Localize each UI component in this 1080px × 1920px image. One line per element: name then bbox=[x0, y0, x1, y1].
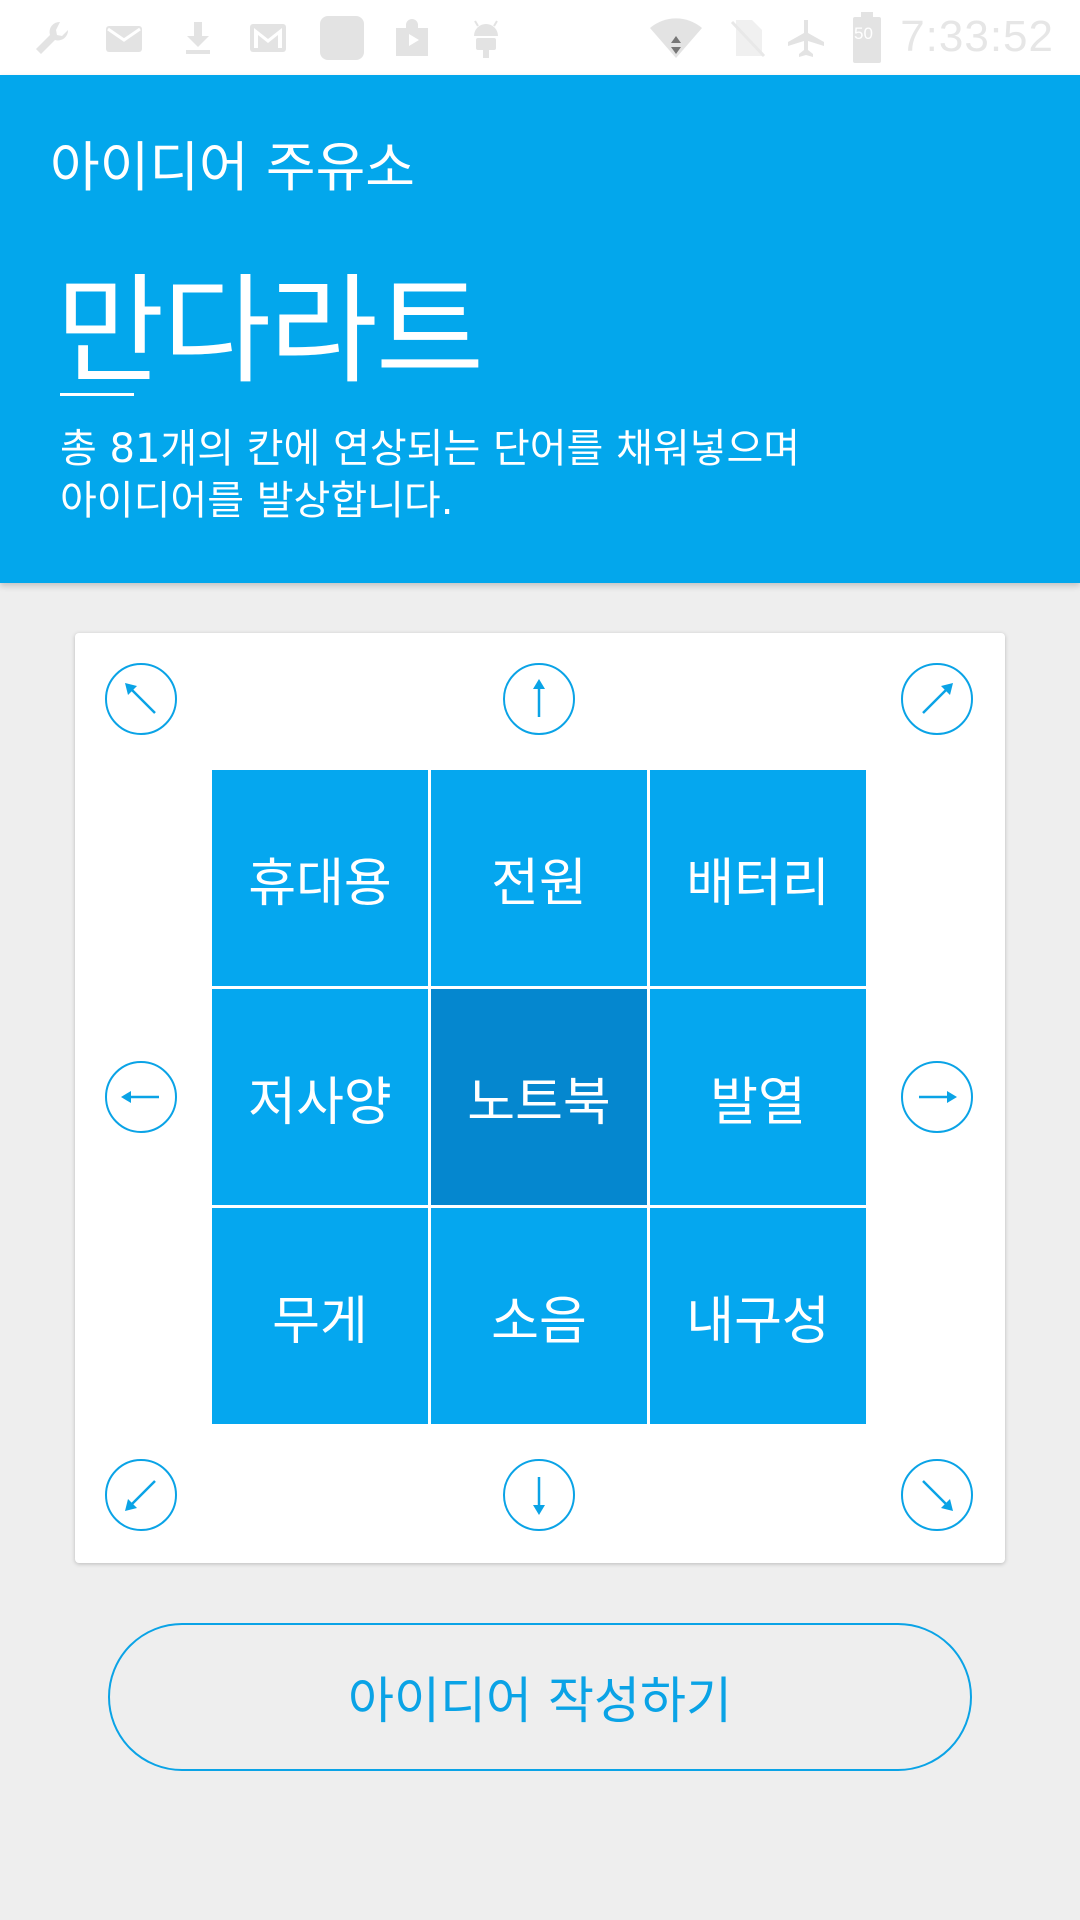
grid-cell[interactable]: 전원 bbox=[431, 770, 647, 986]
arrow-down-right-icon bbox=[922, 1480, 953, 1511]
arrow-down-left-button[interactable] bbox=[105, 1459, 177, 1531]
header-subtitle: 아이디어 주유소 bbox=[50, 136, 415, 199]
clock: 7:33:52 bbox=[900, 12, 1054, 61]
arrow-down-icon bbox=[533, 1477, 545, 1515]
download-icon bbox=[186, 22, 210, 54]
grid-cell[interactable]: 휴대용 bbox=[212, 770, 428, 986]
arrow-up-button[interactable] bbox=[503, 663, 575, 735]
grid-cell[interactable]: 저사양 bbox=[212, 989, 428, 1205]
gmail-icon bbox=[250, 24, 286, 52]
arrow-up-left-icon bbox=[125, 683, 156, 714]
arrow-up-right-button[interactable] bbox=[901, 663, 973, 735]
header: 아이디어 주유소 만다라트 총 81개의 칸에 연상되는 단어를 채워넣으며 아… bbox=[0, 75, 1080, 583]
battery-level: 50 bbox=[854, 24, 873, 43]
no-sim-icon bbox=[730, 20, 766, 58]
android-icon bbox=[474, 20, 498, 58]
mandalart-card: 휴대용 전원 배터리 저사양 노트북 발열 무게 소음 내구성 bbox=[75, 633, 1005, 1563]
arrow-up-icon bbox=[533, 679, 545, 717]
description-line-2: 아이디어를 발상합니다. bbox=[60, 478, 454, 524]
wrench-icon bbox=[36, 21, 69, 55]
wifi-icon bbox=[650, 18, 702, 58]
arrow-down-right-button[interactable] bbox=[901, 1459, 973, 1531]
mail-icon bbox=[106, 26, 142, 52]
grid-cell-center[interactable]: 노트북 bbox=[431, 989, 647, 1205]
arrow-right-icon bbox=[919, 1091, 957, 1103]
store-icon bbox=[396, 19, 428, 56]
write-idea-button[interactable]: 아이디어 작성하기 bbox=[108, 1623, 972, 1771]
grid-cell[interactable]: 배터리 bbox=[650, 770, 866, 986]
grid-cell[interactable]: 발열 bbox=[650, 989, 866, 1205]
grid-cell[interactable]: 무게 bbox=[212, 1208, 428, 1424]
arrow-left-icon bbox=[121, 1091, 159, 1103]
grid-cell[interactable]: 내구성 bbox=[650, 1208, 866, 1424]
description-line-1: 총 81개의 칸에 연상되는 단어를 채워넣으며 bbox=[60, 426, 801, 472]
divider bbox=[60, 393, 134, 396]
airplane-icon bbox=[788, 20, 824, 57]
app-icon bbox=[320, 16, 364, 60]
arrow-left-button[interactable] bbox=[105, 1061, 177, 1133]
arrow-down-button[interactable] bbox=[503, 1459, 575, 1531]
header-description: 총 81개의 칸에 연상되는 단어를 채워넣으며 아이디어를 발상합니다. bbox=[60, 423, 960, 527]
page-title: 만다라트 bbox=[56, 262, 484, 400]
arrow-up-right-icon bbox=[922, 683, 953, 714]
arrow-up-left-button[interactable] bbox=[105, 663, 177, 735]
status-bar: 50 7:33:52 bbox=[0, 0, 1080, 75]
grid-cell[interactable]: 소음 bbox=[431, 1208, 647, 1424]
arrow-down-left-icon bbox=[125, 1480, 156, 1511]
arrow-right-button[interactable] bbox=[901, 1061, 973, 1133]
mandalart-grid: 휴대용 전원 배터리 저사양 노트북 발열 무게 소음 내구성 bbox=[212, 770, 866, 1424]
